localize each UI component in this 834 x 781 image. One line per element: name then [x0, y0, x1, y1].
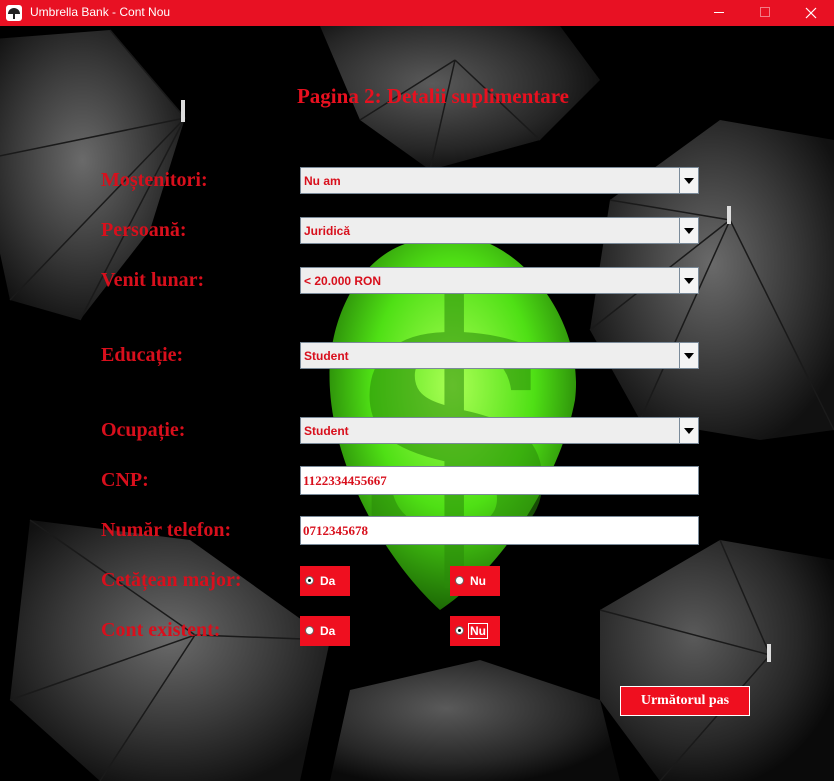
chevron-down-icon[interactable]: [679, 218, 698, 243]
label-ocupatie: Ocupație:: [101, 419, 186, 441]
radio-selected-icon: [305, 576, 314, 585]
cnp-input[interactable]: 1122334455667: [300, 466, 699, 495]
cetatean-major-nu-radio[interactable]: Nu: [450, 566, 500, 596]
label-numar-telefon: Număr telefon:: [101, 519, 232, 541]
label-persoana: Persoană:: [101, 219, 187, 241]
radio-unselected-icon: [455, 576, 464, 585]
radio-selected-icon: [455, 626, 464, 635]
chevron-down-icon[interactable]: [679, 343, 698, 368]
cnp-value: 1122334455667: [303, 473, 387, 488]
phone-input[interactable]: 0712345678: [300, 516, 699, 545]
educatie-value: Student: [304, 349, 349, 363]
umbrella-bottom-center: [330, 660, 620, 781]
title-bar: Umbrella Bank - Cont Nou: [0, 0, 834, 26]
umbrella-icon: [6, 5, 22, 21]
umbrella-bottom-right: [599, 539, 834, 781]
label-educatie: Educație:: [101, 344, 184, 366]
minimize-button[interactable]: [696, 0, 742, 26]
label-cetatean-major: Cetățean major:: [101, 569, 242, 591]
cont-existent-da-radio[interactable]: Da: [300, 616, 350, 646]
educatie-dropdown[interactable]: Student: [300, 342, 699, 369]
mostenitori-value: Nu am: [304, 174, 341, 188]
persoana-value: Juridică: [304, 224, 351, 238]
close-icon: [805, 7, 817, 19]
radio-label: Nu: [470, 574, 486, 588]
ocupatie-value: Student: [304, 424, 349, 438]
ocupatie-dropdown[interactable]: Student: [300, 417, 699, 444]
chevron-down-icon[interactable]: [679, 268, 698, 293]
window-title: Umbrella Bank - Cont Nou: [30, 5, 171, 19]
label-venit-lunar: Venit lunar:: [101, 269, 205, 291]
next-step-button[interactable]: Următorul pas: [620, 686, 750, 716]
label-cnp: CNP:: [101, 469, 149, 491]
close-button[interactable]: [788, 0, 834, 26]
label-cont-existent: Cont existent:: [101, 619, 221, 641]
persoana-dropdown[interactable]: Juridică: [300, 217, 699, 244]
maximize-button[interactable]: [742, 0, 788, 26]
page-title: Pagina 2: Detalii suplimentare: [296, 84, 569, 108]
phone-value: 0712345678: [303, 523, 368, 538]
radio-label: Nu: [468, 623, 488, 639]
radio-label: Da: [320, 624, 336, 638]
umbrella-bottom-left: [9, 519, 331, 781]
cont-existent-nu-radio[interactable]: Nu: [450, 616, 500, 646]
chevron-down-icon[interactable]: [679, 418, 698, 443]
mostenitori-dropdown[interactable]: Nu am: [300, 167, 699, 194]
radio-label: Da: [320, 574, 336, 588]
venit-lunar-value: < 20.000 RON: [304, 274, 382, 288]
venit-lunar-dropdown[interactable]: < 20.000 RON: [300, 267, 699, 294]
radio-unselected-icon: [305, 626, 314, 635]
chevron-down-icon[interactable]: [679, 168, 698, 193]
cetatean-major-da-radio[interactable]: Da: [300, 566, 350, 596]
background-umbrellas-image: $: [0, 26, 834, 781]
label-mostenitori: Moștenitori:: [101, 169, 208, 191]
